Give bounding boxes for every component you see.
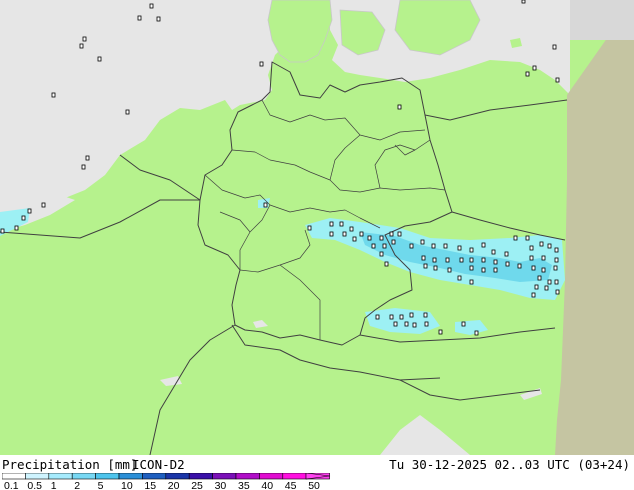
model-name: ICON-D2	[132, 457, 185, 472]
color-scale-swatch	[25, 473, 50, 480]
color-scale-tick-label: 0.1	[4, 480, 19, 490]
outside-domain-sea	[570, 0, 634, 40]
color-scale-swatch	[2, 473, 26, 480]
precipitation-color-scale: 0.1 0.5 1 2 5 10 15 20 25 30 35 40 45 50	[2, 473, 331, 490]
color-scale-tick-label: 10	[121, 480, 133, 490]
color-scale-swatch	[95, 473, 120, 480]
color-scale-tick-label: 0.5	[27, 480, 42, 490]
color-scale-swatch	[212, 473, 237, 480]
color-scale-tick-label: 50	[308, 480, 320, 490]
color-scale-tick-label: 5	[98, 480, 104, 490]
color-scale-swatch	[118, 473, 143, 480]
valid-time: Tu 30-12-2025 02..03 UTC (03+24)	[389, 457, 630, 472]
color-scale-tick-label: 1	[51, 480, 57, 490]
color-scale-swatch	[71, 473, 96, 480]
color-scale-labels: 0.1 0.5 1 2 5 10 15 20 25 30 35 40 45 50	[4, 480, 320, 490]
color-scale-tick-label: 20	[168, 480, 180, 490]
color-scale-tick-label: 25	[191, 480, 203, 490]
color-scale-swatch	[142, 473, 167, 480]
color-scale-swatch	[282, 473, 307, 480]
color-scale-swatch	[259, 473, 284, 480]
color-scale-tick-label: 2	[74, 480, 80, 490]
color-scale-tick-label: 35	[238, 480, 250, 490]
map-title: Precipitation [mm]	[2, 457, 138, 472]
color-scale-tick-label: 40	[261, 480, 273, 490]
color-scale-swatch	[48, 473, 73, 480]
precipitation-map	[0, 0, 634, 455]
color-scale-swatch	[165, 473, 190, 480]
color-scale-swatch	[188, 473, 213, 480]
color-scale-swatches	[2, 473, 330, 480]
color-scale-tick-label: 45	[285, 480, 297, 490]
color-scale-tick-label: 15	[144, 480, 156, 490]
color-scale-tick-label: 30	[215, 480, 227, 490]
color-scale-swatch	[235, 473, 260, 480]
